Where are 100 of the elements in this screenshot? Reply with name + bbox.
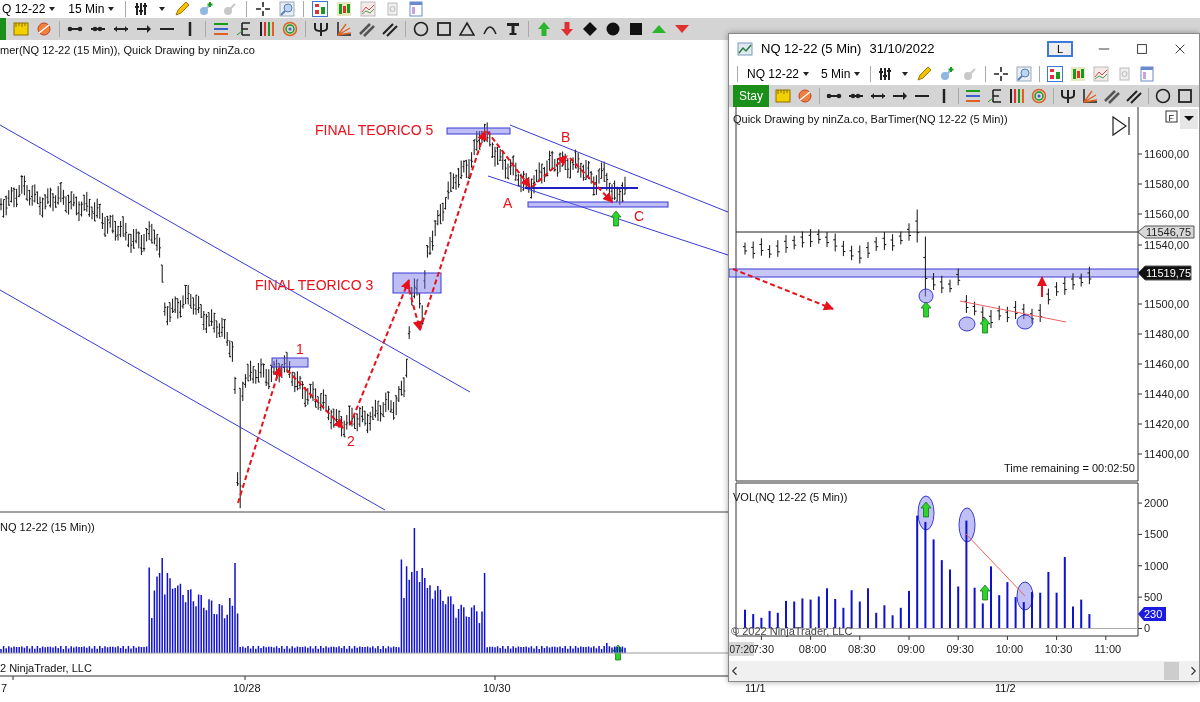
up-arrow	[610, 210, 622, 227]
volume-bar	[752, 614, 755, 629]
parallel-lines-icon[interactable]	[382, 21, 398, 37]
pitchfork-icon[interactable]	[313, 21, 329, 37]
f-button[interactable]: F	[1165, 110, 1178, 123]
zoom-icon[interactable]	[279, 1, 296, 17]
up-arrow	[979, 317, 991, 334]
up-arrow	[1037, 276, 1047, 298]
circle-icon[interactable]	[413, 21, 429, 37]
price-label: 11420,00	[1144, 418, 1190, 430]
text-tool-icon[interactable]	[505, 21, 521, 37]
fibonacci-extension-icon[interactable]	[987, 88, 1003, 104]
price-label: 11440,00	[1144, 388, 1190, 400]
diamond-icon[interactable]	[582, 21, 598, 37]
play-end-icon	[1112, 116, 1130, 137]
chart-annotation: FINAL TEORICO 5	[315, 122, 434, 138]
globe-icon[interactable]	[797, 88, 813, 104]
price-flag: 11546,75	[1137, 225, 1195, 239]
parallel-lines-icon[interactable]	[1126, 88, 1142, 104]
filled-square-icon[interactable]	[628, 21, 644, 37]
volume-bar	[883, 605, 886, 629]
up-arrow	[920, 501, 932, 518]
fibonacci-lines-icon[interactable]	[965, 88, 981, 104]
volume-bar	[899, 607, 902, 629]
zoom-icon[interactable]	[1016, 66, 1033, 82]
volume-label: VOL(NQ 12-22 (5 Min))	[733, 491, 848, 503]
ellipse-marker	[918, 288, 934, 304]
caret-icon[interactable]	[158, 5, 167, 13]
time-lines-icon[interactable]	[1009, 88, 1025, 104]
circle-icon[interactable]	[1155, 88, 1171, 104]
price-flag: 11519,75	[1137, 265, 1192, 281]
square-icon[interactable]	[1177, 88, 1193, 104]
globe-icon[interactable]	[36, 21, 52, 37]
chart-annotation: A	[503, 195, 513, 211]
dropdown-icon[interactable]	[1180, 109, 1198, 129]
dropdown[interactable]: Q 12-22	[0, 2, 59, 16]
volume-bar	[1022, 602, 1025, 629]
chart-app-icon	[737, 40, 753, 57]
price-label: 11600,00	[1144, 148, 1190, 160]
rectangle-marker	[271, 357, 309, 368]
dropdown[interactable]: 15 Min	[66, 2, 118, 16]
rectangle-marker	[392, 272, 442, 294]
window-icon[interactable]	[1139, 66, 1156, 82]
time-label: 08:30	[848, 643, 876, 655]
maximize-icon[interactable]	[1135, 41, 1149, 56]
price-label: 11540,00	[1144, 239, 1190, 251]
line-chart-icon[interactable]	[360, 1, 377, 17]
volume-bar	[834, 599, 837, 629]
volume-bar	[1039, 592, 1042, 629]
copyright-label: © 2022 NinjaTrader, LLC	[731, 625, 853, 637]
date-label: 11/2	[995, 682, 1016, 694]
triangle-icon[interactable]	[459, 21, 475, 37]
dashed-arrow	[286, 369, 344, 429]
volume-bar	[809, 599, 812, 629]
crosshair-icon[interactable]	[255, 1, 272, 17]
channel-icon[interactable]	[1104, 88, 1120, 104]
fibonacci-lines-icon[interactable]	[213, 21, 229, 37]
volume-bar	[776, 612, 779, 629]
volume-axis-label: 1000	[1144, 559, 1169, 572]
pitchfork-icon[interactable]	[1060, 88, 1076, 104]
candlestick-icon[interactable]	[336, 1, 353, 17]
price-label: 11500,00	[1144, 298, 1190, 310]
fibonacci-extension-icon[interactable]	[236, 21, 252, 37]
indicator-label: mer(NQ 12-22 (15 Min)), Quick Drawing by ninZa.co	[0, 44, 255, 56]
dropdown[interactable]: 5 Min	[819, 67, 864, 81]
chart-annotation: C	[634, 208, 645, 224]
crosshair-icon[interactable]	[993, 66, 1010, 82]
ellipse-marker	[958, 316, 976, 332]
pin-plus-icon[interactable]	[939, 66, 956, 82]
volume-bar	[940, 560, 943, 629]
date-label: 7	[1, 682, 8, 694]
dot-icon[interactable]	[605, 21, 621, 37]
time-lines-icon[interactable]	[259, 21, 275, 37]
volume-bar	[793, 601, 796, 629]
pin-plus-icon[interactable]	[198, 1, 215, 17]
line-chart-icon[interactable]	[1093, 66, 1110, 82]
dropdown[interactable]: NQ 12-22	[745, 67, 813, 81]
down-arrow-icon[interactable]	[559, 21, 575, 37]
fan-icon[interactable]	[336, 21, 352, 37]
volume-flag: 230	[1138, 607, 1166, 622]
caret-icon	[853, 70, 862, 78]
pencil-icon[interactable]	[916, 66, 933, 82]
stay-button[interactable]: Stay	[733, 85, 769, 107]
chart-style-icon[interactable]	[312, 1, 329, 17]
date-label: 11/1	[745, 682, 766, 694]
layout-button[interactable]: L	[1047, 40, 1073, 57]
volume-bar	[891, 615, 894, 629]
price-label: 11460,00	[1144, 358, 1190, 370]
channel-icon[interactable]	[359, 21, 375, 37]
fan-icon[interactable]	[1082, 88, 1098, 104]
square-icon[interactable]	[436, 21, 452, 37]
chart-style-icon[interactable]	[1047, 66, 1064, 82]
price-label: 11580,00	[1144, 178, 1190, 190]
up-arrow	[979, 584, 991, 601]
scrollbar-thumb[interactable]	[1164, 662, 1179, 680]
trend-line	[965, 533, 1026, 597]
time-label: 09:30	[946, 643, 974, 655]
candlestick-icon[interactable]	[1070, 66, 1087, 82]
volume-bar	[875, 612, 878, 629]
caret-icon[interactable]	[901, 70, 910, 78]
